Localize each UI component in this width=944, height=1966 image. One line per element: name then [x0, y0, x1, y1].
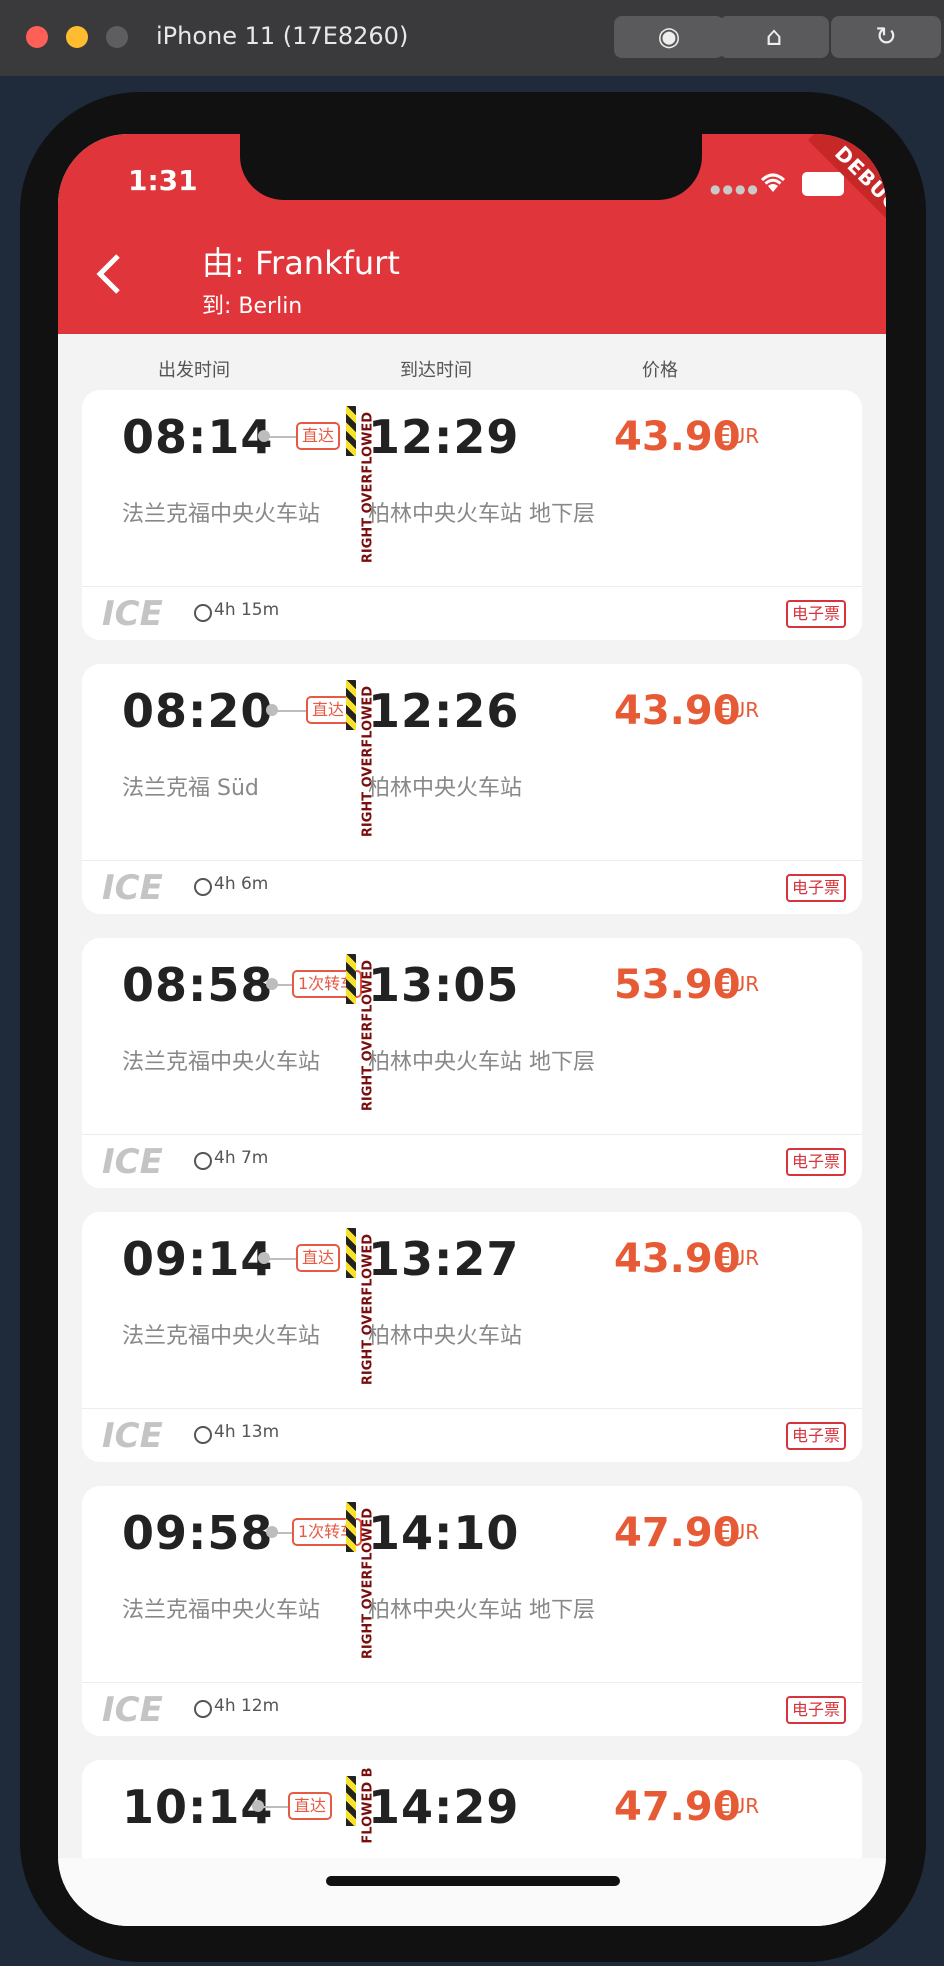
home-button[interactable]: ⌂	[719, 16, 829, 58]
departure-time: 08:20	[122, 684, 274, 738]
zoom-window-button[interactable]	[106, 26, 128, 48]
overflow-indicator	[346, 406, 356, 456]
overflow-indicator	[346, 1776, 356, 1826]
arrival-time: 14:10	[368, 1506, 520, 1560]
eticket-badge: 电子票	[786, 600, 847, 628]
arrival-station: 柏林中央火车站	[368, 776, 523, 801]
clock-icon	[194, 1152, 212, 1170]
card-divider	[82, 1134, 862, 1135]
simulator-title: iPhone 11 (17E8260)	[156, 22, 409, 50]
card-divider	[82, 586, 862, 587]
train-brand: ICE	[102, 1142, 163, 1182]
journey-card[interactable]: 08:58 1次转车 RIGHT OVERFLOWED 13:05 53.90 …	[82, 938, 862, 1188]
wifi-icon	[758, 170, 788, 200]
arrival-station: 柏林中央火车站 地下层	[368, 1598, 595, 1623]
overflow-indicator	[346, 1502, 356, 1552]
depart-column-header: 出发时间	[158, 360, 230, 381]
departure-time: 10:14	[122, 1780, 274, 1834]
camera-icon: ◉	[657, 22, 681, 52]
train-brand: ICE	[102, 868, 163, 908]
screenshot-button[interactable]: ◉	[614, 16, 724, 58]
price-column-header: 价格	[642, 360, 678, 381]
currency: EUR	[718, 1794, 760, 1818]
eticket-badge: 电子票	[786, 874, 847, 902]
bottom-area	[58, 1858, 886, 1926]
arrival-time: 13:27	[368, 1232, 520, 1286]
status-time: 1:31	[128, 164, 198, 197]
close-window-button[interactable]	[26, 26, 48, 48]
train-brand: ICE	[102, 1416, 163, 1456]
to-subtitle: 到: Berlin	[202, 294, 303, 319]
rotate-button[interactable]: ↻	[831, 16, 941, 58]
app-header: 1:31 ●●●● DEBUG 由: Frankfurt 到: Berlin	[58, 134, 886, 334]
route-tag: 直达	[306, 696, 351, 724]
card-divider	[82, 1408, 862, 1409]
arrival-time: 13:05	[368, 958, 520, 1012]
home-indicator[interactable]	[326, 1876, 620, 1886]
currency: EUR	[718, 1246, 760, 1270]
route-tag: 直达	[288, 1792, 333, 1820]
overflow-indicator	[346, 680, 356, 730]
clock-icon	[194, 878, 212, 896]
arrival-time: 12:29	[368, 410, 520, 464]
connector-line	[252, 1800, 288, 1812]
duration: 4h 12m	[214, 1696, 280, 1716]
departure-station: 法兰克福中央火车站	[122, 502, 321, 527]
journey-card[interactable]: 09:58 1次转车 RIGHT OVERFLOWED 14:10 47.90 …	[82, 1486, 862, 1736]
arrival-time: 12:26	[368, 684, 520, 738]
arrive-column-header: 到达时间	[400, 360, 472, 381]
departure-station: 法兰克福中央火车站	[122, 1598, 321, 1623]
journey-card[interactable]: 08:14 直达 RIGHT OVERFLOWED 12:29 43.90 EU…	[82, 390, 862, 640]
back-button[interactable]	[94, 252, 124, 308]
notch	[240, 134, 702, 200]
departure-station: 法兰克福中央火车站	[122, 1324, 321, 1349]
connector-line	[258, 1252, 298, 1264]
connector-line	[266, 1526, 292, 1538]
clock-icon	[194, 1426, 212, 1444]
battery-icon	[802, 172, 844, 196]
arrival-station: 柏林中央火车站 地下层	[368, 502, 595, 527]
card-divider	[82, 1682, 862, 1683]
card-divider	[82, 860, 862, 861]
train-brand: ICE	[102, 594, 163, 634]
currency: EUR	[718, 698, 760, 722]
chevron-left-icon	[96, 254, 120, 294]
duration: 4h 15m	[214, 600, 280, 620]
duration: 4h 13m	[214, 1422, 280, 1442]
arrival-station: 柏林中央火车站	[368, 1324, 523, 1349]
route-tag: 直达	[296, 422, 341, 450]
eticket-badge: 电子票	[786, 1696, 847, 1724]
clock-icon	[194, 604, 212, 622]
journey-card[interactable]: 09:14 直达 RIGHT OVERFLOWED 13:27 43.90 EU…	[82, 1212, 862, 1462]
overflow-indicator	[346, 954, 356, 1004]
journey-card[interactable]: 08:20 直达 RIGHT OVERFLOWED 12:26 43.90 EU…	[82, 664, 862, 914]
duration: 4h 6m	[214, 874, 269, 894]
departure-time: 08:14	[122, 410, 274, 464]
departure-station: 法兰克福中央火车站	[122, 1050, 321, 1075]
eticket-badge: 电子票	[786, 1422, 847, 1450]
from-title: 由: Frankfurt	[202, 244, 400, 282]
departure-time: 09:58	[122, 1506, 274, 1560]
connector-line	[266, 978, 292, 990]
signal-icon: ●●●●	[710, 182, 760, 196]
home-icon: ⌂	[765, 22, 783, 52]
currency: EUR	[718, 1520, 760, 1544]
clock-icon	[194, 1700, 212, 1718]
duration: 4h 7m	[214, 1148, 269, 1168]
arrival-time: 14:29	[368, 1780, 520, 1834]
departure-station: 法兰克福 Süd	[122, 776, 259, 801]
minimize-window-button[interactable]	[66, 26, 88, 48]
overflow-indicator	[346, 1228, 356, 1278]
rotate-icon: ↻	[875, 22, 897, 52]
departure-time: 08:58	[122, 958, 274, 1012]
eticket-badge: 电子票	[786, 1148, 847, 1176]
simulator-toolbar: iPhone 11 (17E8260) ◉ ⌂ ↻	[0, 0, 944, 77]
arrival-station: 柏林中央火车站 地下层	[368, 1050, 595, 1075]
departure-time: 09:14	[122, 1232, 274, 1286]
currency: EUR	[718, 424, 760, 448]
app-screen: 1:31 ●●●● DEBUG 由: Frankfurt 到: Berlin 出…	[58, 134, 886, 1926]
currency: EUR	[718, 972, 760, 996]
route-tag: 直达	[296, 1244, 341, 1272]
train-brand: ICE	[102, 1690, 163, 1730]
